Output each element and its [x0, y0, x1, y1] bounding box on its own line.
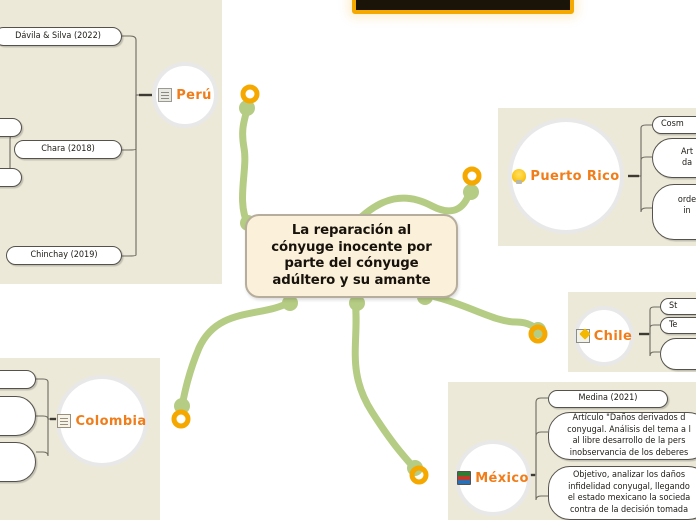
- leaf-peru-1[interactable]: Chara (2018): [14, 140, 122, 159]
- mindmap-canvas[interactable]: La reparación al cónyuge inocente por pa…: [0, 0, 696, 520]
- leaf-chile-0[interactable]: St: [660, 298, 696, 315]
- leaf-peru-clipped-a[interactable]: [0, 118, 22, 137]
- leaf-mexico-1[interactable]: Artículo "Daños derivados d conyugal. Aná…: [548, 412, 696, 460]
- leaf-peru-0[interactable]: Dávila & Silva (2022): [0, 27, 122, 46]
- connector-to-colombia: [178, 298, 294, 410]
- central-topic-label: La reparación al cónyuge inocente por pa…: [271, 223, 432, 288]
- central-topic-node[interactable]: La reparación al cónyuge inocente por pa…: [245, 214, 458, 298]
- leaf-mexico-2-text: Objetivo, analizar los daños infidelidad …: [567, 470, 691, 515]
- leaf-mexico-0[interactable]: Medina (2021): [548, 390, 668, 408]
- branch-label-colombia: Colombia: [75, 413, 147, 429]
- pencil-icon: [575, 329, 590, 343]
- books-icon: [457, 471, 472, 485]
- leaf-peru-2-text: Chinchay (2019): [30, 249, 98, 260]
- branch-label-mexico: México: [475, 470, 529, 486]
- branch-label-chile: Chile: [593, 328, 633, 344]
- branch-hub-colombia[interactable]: Colombia: [56, 375, 148, 467]
- leaf-mexico-1-text: Artículo "Daños derivados d conyugal. Aná…: [567, 413, 691, 458]
- leaf-puerto-rico-0[interactable]: Cosm: [652, 116, 696, 134]
- leaf-chile-1-text: Te: [669, 319, 678, 330]
- leaf-peru-clipped-b[interactable]: [0, 168, 22, 187]
- leaf-puerto-rico-2-text: orde in: [677, 194, 696, 217]
- leaf-puerto-rico-1[interactable]: Art da: [652, 138, 696, 178]
- note-icon: [57, 414, 72, 428]
- lightbulb-icon: [512, 169, 527, 184]
- branch-hub-chile[interactable]: Chile: [574, 306, 634, 366]
- top-toolbar-strip[interactable]: [352, 0, 574, 14]
- leaf-peru-0-text: Dávila & Silva (2022): [15, 30, 101, 41]
- connector-to-mexico: [351, 296, 418, 472]
- branch-hub-mexico[interactable]: México: [455, 440, 531, 516]
- leaf-chile-2[interactable]: [660, 338, 696, 370]
- connector-to-chile: [424, 291, 542, 336]
- leaf-chile-0-text: St: [669, 300, 678, 311]
- leaf-colombia-0[interactable]: [0, 370, 36, 389]
- leaf-mexico-2[interactable]: Objetivo, analizar los daños infidelidad …: [548, 466, 696, 520]
- branch-label-peru: Perú: [176, 87, 212, 103]
- branch-hub-peru[interactable]: Perú: [152, 62, 218, 128]
- leaf-puerto-rico-2[interactable]: orde in: [652, 184, 696, 240]
- leaf-mexico-0-text: Medina (2021): [578, 393, 638, 404]
- document-icon: [158, 88, 173, 102]
- leaf-peru-1-text: Chara (2018): [41, 143, 95, 154]
- branch-label-puerto-rico: Puerto Rico: [530, 168, 620, 184]
- leaf-puerto-rico-0-text: Cosm: [661, 119, 684, 130]
- connector-to-peru: [239, 104, 252, 229]
- leaf-peru-2[interactable]: Chinchay (2019): [6, 246, 122, 265]
- branch-hub-puerto-rico[interactable]: Puerto Rico: [508, 118, 624, 234]
- leaf-chile-1[interactable]: Te: [660, 317, 696, 334]
- leaf-puerto-rico-1-text: Art da: [680, 146, 694, 169]
